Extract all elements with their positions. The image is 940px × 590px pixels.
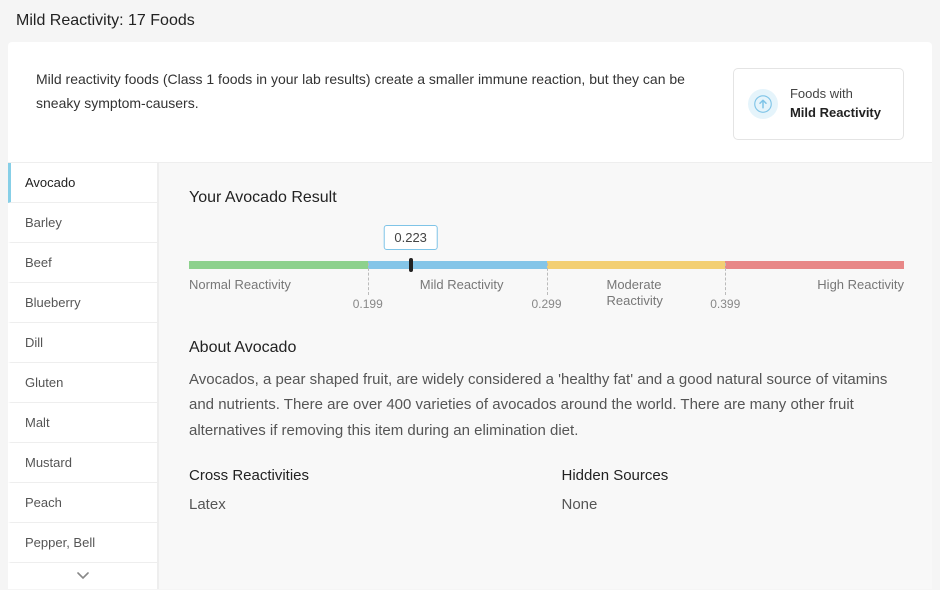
chevron-down-icon [77, 572, 89, 580]
cross-reactivities: Cross Reactivities Latex [189, 467, 532, 513]
hidden-value: None [562, 496, 905, 513]
page-title: Mild Reactivity: 17 Foods [16, 12, 924, 30]
sidebar-item[interactable]: Peach [8, 483, 157, 523]
zone-normal-segment [189, 261, 368, 269]
hidden-sources: Hidden Sources None [562, 467, 905, 513]
zone-high-segment [725, 261, 904, 269]
sidebar-item[interactable]: Barley [8, 203, 157, 243]
zone-mild-segment [368, 261, 547, 269]
hidden-title: Hidden Sources [562, 467, 905, 484]
tick-mild [368, 263, 369, 295]
sidebar-item[interactable]: Gluten [8, 363, 157, 403]
sidebar-more[interactable] [8, 563, 157, 589]
cross-value: Latex [189, 496, 532, 513]
tick-label-high: 0.399 [710, 297, 740, 311]
zone-label-normal: Normal Reactivity [189, 277, 291, 293]
main-card: Mild reactivity foods (Class 1 foods in … [8, 42, 932, 589]
cross-title: Cross Reactivities [189, 467, 532, 484]
sidebar-item[interactable]: Blueberry [8, 283, 157, 323]
tick-label-mild: 0.199 [353, 297, 383, 311]
badge-text: Foods with Mild Reactivity [790, 85, 881, 123]
detail-panel: Your Avocado Result 0.223 Normal Reactiv… [158, 163, 932, 589]
sidebar-item[interactable]: Beef [8, 243, 157, 283]
zone-moderate-segment [547, 261, 726, 269]
badge-line1: Foods with [790, 86, 853, 101]
result-title: Your Avocado Result [189, 189, 904, 207]
reactivity-scale: 0.223 Normal Reactivity Mild Reactivity … [189, 225, 904, 321]
food-sidebar: AvocadoBarleyBeefBlueberryDillGlutenMalt… [8, 163, 158, 589]
value-bubble: 0.223 [383, 225, 438, 250]
zone-label-high: High Reactivity [817, 277, 904, 293]
value-marker [409, 258, 413, 272]
tick-label-moderate: 0.299 [531, 297, 561, 311]
sidebar-item[interactable]: Mustard [8, 443, 157, 483]
sidebar-item[interactable]: Malt [8, 403, 157, 443]
sidebar-item[interactable]: Dill [8, 323, 157, 363]
intro-section: Mild reactivity foods (Class 1 foods in … [8, 42, 932, 162]
zone-label-mild: Mild Reactivity [368, 277, 504, 293]
arrow-up-icon [748, 89, 778, 119]
reactivity-badge: Foods with Mild Reactivity [733, 68, 904, 140]
info-columns: Cross Reactivities Latex Hidden Sources … [189, 467, 904, 513]
content-row: AvocadoBarleyBeefBlueberryDillGlutenMalt… [8, 162, 932, 589]
about-text: Avocados, a pear shaped fruit, are widel… [189, 367, 904, 444]
intro-text: Mild reactivity foods (Class 1 foods in … [36, 68, 713, 116]
badge-line2: Mild Reactivity [790, 105, 881, 120]
sidebar-item[interactable]: Avocado [8, 163, 157, 203]
scale-labels: Normal Reactivity Mild Reactivity Modera… [189, 275, 904, 321]
about-title: About Avocado [189, 339, 904, 357]
tick-moderate [547, 263, 548, 295]
tick-high [725, 263, 726, 295]
sidebar-item[interactable]: Pepper, Bell [8, 523, 157, 563]
